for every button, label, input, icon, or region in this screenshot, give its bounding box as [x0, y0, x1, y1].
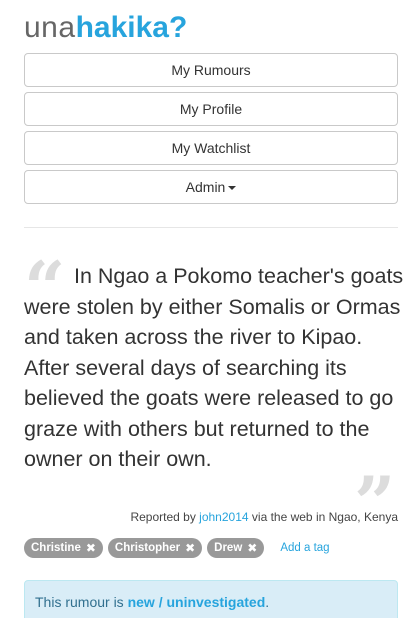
my-profile-button[interactable]: My Profile — [24, 92, 398, 126]
close-icon[interactable]: ✖ — [185, 541, 195, 555]
tag-label: Drew — [214, 542, 243, 554]
logo-light-text: una — [24, 11, 76, 44]
site-logo[interactable]: unahakika? — [24, 10, 187, 46]
caret-down-icon — [228, 186, 237, 191]
main-nav: My Rumours My Profile My Watchlist Admin — [24, 53, 398, 209]
reporter-link[interactable]: john2014 — [199, 510, 248, 524]
logo-bold-text: hakika? — [75, 11, 188, 44]
rumour-text: In Ngao a Pokomo teacher's goats were st… — [24, 264, 404, 471]
status-alert: This rumour is new / uninvestigated. — [24, 580, 398, 618]
reported-by-line: Reported by john2014 via the web in Ngao… — [130, 510, 398, 524]
divider — [24, 227, 398, 228]
close-quote-icon: ” — [354, 460, 396, 545]
close-icon[interactable]: ✖ — [247, 541, 257, 555]
tag-chip: Christine ✖ — [24, 538, 103, 558]
status-value: new / uninvestigated — [127, 594, 266, 610]
my-watchlist-button[interactable]: My Watchlist — [24, 131, 398, 165]
status-suffix: . — [265, 594, 270, 610]
tag-chip: Drew ✖ — [207, 538, 265, 558]
close-icon[interactable]: ✖ — [86, 541, 96, 555]
my-rumours-button[interactable]: My Rumours — [24, 53, 398, 87]
reported-suffix: via the web in Ngao, Kenya — [251, 510, 398, 524]
admin-dropdown-button[interactable]: Admin — [24, 170, 398, 204]
tag-list: Christine ✖ Christopher ✖ Drew ✖ Add a tag — [24, 538, 330, 558]
admin-label: Admin — [185, 179, 226, 195]
tag-label: Christopher — [114, 542, 181, 554]
tag-chip: Christopher ✖ — [107, 538, 203, 558]
add-tag-link[interactable]: Add a tag — [280, 542, 329, 554]
status-prefix: This rumour is — [35, 594, 124, 610]
tag-label: Christine — [31, 542, 81, 554]
reported-prefix: Reported by — [130, 510, 196, 524]
